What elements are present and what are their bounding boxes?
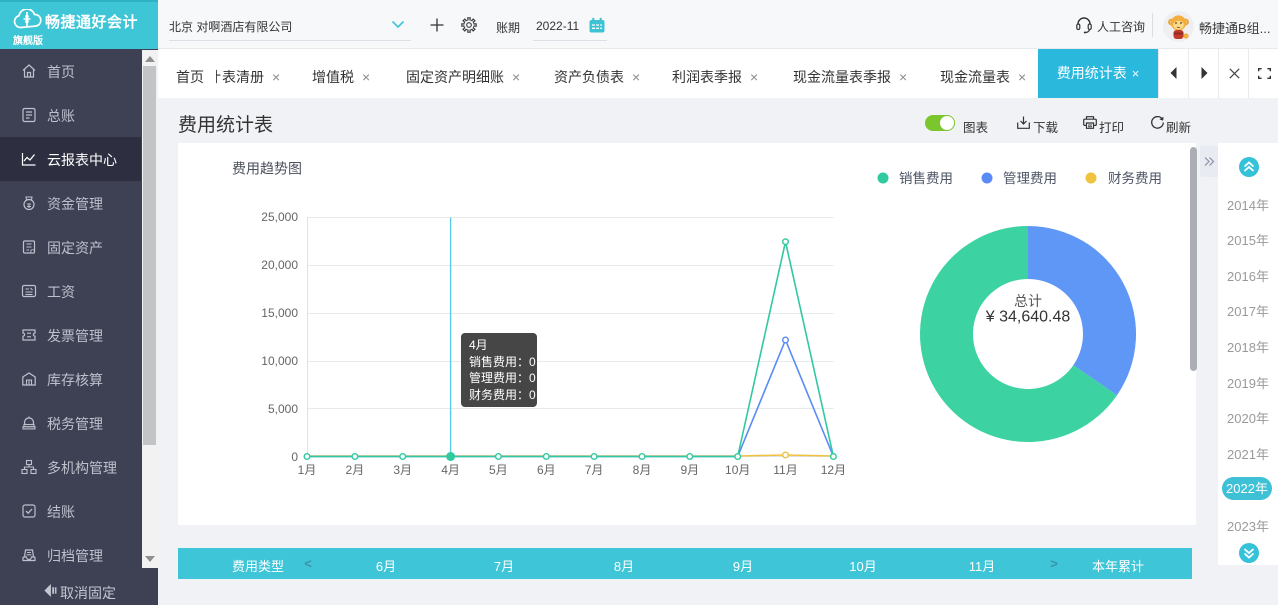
svg-text:11月: 11月 [773, 463, 797, 477]
svg-text:2月: 2月 [346, 463, 365, 477]
svg-text:4月: 4月 [441, 463, 460, 477]
svg-text:15,000: 15,000 [261, 306, 298, 320]
svg-text:财务费用: 财务费用 [1108, 171, 1162, 186]
svg-text:10,000: 10,000 [261, 354, 298, 368]
svg-text:10月: 10月 [725, 463, 750, 477]
svg-text:总计: 总计 [1014, 293, 1042, 309]
svg-text:25,000: 25,000 [261, 210, 298, 224]
svg-text:5月: 5月 [489, 463, 508, 477]
svg-text:7月: 7月 [585, 463, 604, 477]
svg-text:1月: 1月 [298, 463, 317, 477]
svg-text:管理费用: 管理费用 [1003, 171, 1057, 186]
svg-text:6月: 6月 [537, 463, 556, 477]
svg-text:销售费用: 销售费用 [899, 171, 953, 186]
svg-text:20,000: 20,000 [261, 258, 298, 272]
svg-text:8月: 8月 [633, 463, 652, 477]
svg-text:12月: 12月 [821, 463, 846, 477]
svg-text:¥ 34,640.48: ¥ 34,640.48 [985, 309, 1071, 326]
svg-text:9月: 9月 [680, 463, 699, 477]
svg-text:费用趋势图: 费用趋势图 [232, 161, 302, 177]
svg-text:3月: 3月 [393, 463, 412, 477]
svg-text:0: 0 [291, 450, 298, 464]
svg-text:5,000: 5,000 [268, 402, 298, 416]
